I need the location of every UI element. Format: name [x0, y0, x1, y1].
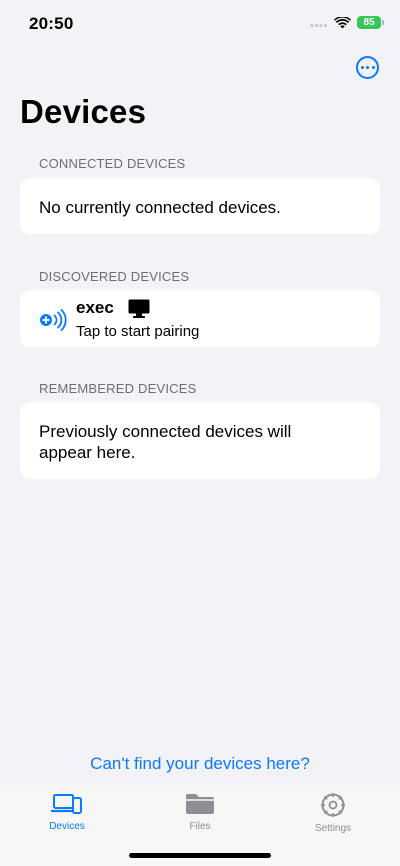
laptop-phone-icon	[51, 794, 82, 814]
tab-settings[interactable]: Settings	[283, 792, 383, 834]
folder-icon	[186, 794, 214, 814]
discovered-devices-header: DISCOVERED DEVICES	[39, 269, 190, 284]
gear-icon	[321, 793, 345, 817]
status-icons: 85	[310, 16, 384, 29]
tab-devices[interactable]: Devices	[17, 792, 117, 832]
status-time: 20:50	[29, 14, 74, 33]
desktop-computer-icon	[128, 299, 150, 318]
device-name: exec	[76, 298, 114, 317]
ellipsis-dot	[371, 66, 375, 69]
tab-files-label: Files	[189, 821, 211, 832]
tab-settings-label: Settings	[314, 823, 352, 834]
remembered-empty-line-1: Previously connected devices will	[39, 422, 292, 441]
ellipsis-dot	[366, 66, 369, 69]
pairing-signal-icon	[40, 309, 67, 331]
cant-find-devices-link[interactable]: Can't find your devices here?	[0, 754, 400, 774]
page-title: Devices	[20, 93, 147, 130]
status-bar: 20:50 85	[0, 0, 400, 48]
device-subtitle: Tap to start pairing	[76, 323, 200, 340]
tab-devices-label: Devices	[49, 821, 85, 832]
home-indicator	[129, 853, 271, 858]
battery-level: 85	[363, 17, 375, 28]
ellipsis-dot	[360, 66, 364, 69]
connected-devices-card: No currently connected devices.	[20, 178, 380, 234]
devices-screen: 20:50 85 Devices CONNECTED DEVICES No cu…	[0, 0, 400, 866]
remembered-empty-line-2: appear here.	[39, 443, 136, 462]
discovered-device-row[interactable]: exec Tap to start pairing	[20, 290, 380, 347]
connected-empty-text: No currently connected devices.	[39, 198, 281, 217]
wifi-icon	[334, 16, 351, 28]
more-options-button[interactable]	[356, 56, 379, 79]
cellular-signal-icon	[310, 23, 328, 28]
connected-devices-header: CONNECTED DEVICES	[39, 156, 186, 171]
remembered-devices-header: REMEMBERED DEVICES	[39, 381, 197, 396]
tab-files[interactable]: Files	[150, 792, 250, 832]
remembered-devices-card: Previously connected devices will appear…	[20, 402, 380, 479]
battery-icon: 85	[357, 16, 384, 29]
